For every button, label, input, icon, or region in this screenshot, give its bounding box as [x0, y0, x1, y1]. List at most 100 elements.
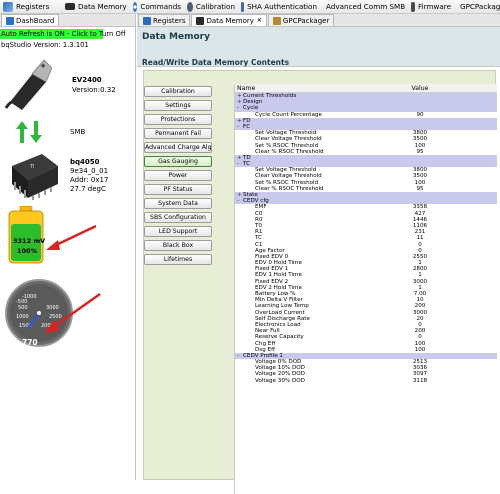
toolbar-gpcpackager[interactable]: GPCPackager — [454, 0, 500, 14]
toolbar-registers-label: Registers — [16, 2, 50, 11]
usb-plug-icon — [4, 59, 52, 110]
dashboard-tab-icon — [6, 16, 14, 25]
chip-graphic: TI — [12, 154, 58, 200]
row-name-text: Learning Low Temp — [255, 303, 309, 310]
toolbar-calibration[interactable]: Calibration — [184, 0, 238, 14]
class-button-pf-status[interactable]: PF Status — [144, 184, 212, 195]
toolbar-data-memory[interactable]: Data Memory — [62, 0, 130, 14]
row-name-text: Fixed EDV 0 — [255, 253, 289, 260]
toolbar-calibration-label: Calibration — [195, 2, 235, 11]
row-name-text: FD — [243, 117, 251, 124]
data-memory-panel: Registers Data Memory ✕ GPCPackager Data… — [137, 14, 500, 494]
row-name-text: Voltage 30% DOD — [255, 377, 305, 384]
row-name-text: Fixed EDV 1 — [255, 266, 289, 273]
row-name-text: Electronics Load — [255, 321, 301, 328]
toolbar-commands-label: Commands — [140, 2, 181, 11]
section-subtitle: Read/Write Data Memory Contents — [142, 58, 290, 67]
class-button-system-data[interactable]: System Data — [144, 198, 212, 209]
class-button-led-support[interactable]: LED Support — [144, 226, 212, 237]
row-name-text: Clear % RSOC Threshold — [255, 148, 324, 155]
class-button-advanced-charge-algorithm[interactable]: Advanced Charge Algorithm — [144, 142, 212, 153]
tab-dashboard-label: DashBoard — [16, 16, 55, 25]
grid-header-row: Name Value — [235, 84, 497, 93]
row-name-text: Set % RSOC Threshold — [255, 179, 319, 186]
dashboard-tabstrip: DashBoard — [0, 14, 135, 27]
chip-temperature: 27.7 degC — [70, 185, 106, 193]
tab-data-memory-label: Data Memory — [206, 16, 254, 25]
row-value[interactable]: 3118 — [385, 378, 455, 384]
table-row[interactable]: Voltage 30% DOD 3118 — [235, 378, 497, 384]
class-button-power[interactable]: Power — [144, 170, 212, 181]
battery-red-arrow — [46, 224, 96, 250]
document-tabstrip: Registers Data Memory ✕ GPCPackager — [137, 14, 500, 27]
row-name-text: Fixed EDV 2 — [255, 278, 289, 285]
registers-tab-icon — [143, 16, 151, 25]
row-name-text: C1 — [255, 241, 263, 248]
row-name-text: Chg Eff — [255, 340, 276, 347]
row-name-text: Set Voltage Threshold — [255, 167, 317, 174]
row-name-text: Dsg Eff — [255, 346, 275, 353]
toolbar-advanced-comm[interactable]: Advanced Comm SMB — [320, 0, 408, 14]
tab-dashboard[interactable]: DashBoard — [1, 14, 60, 26]
row-name-text: C0 — [255, 210, 263, 217]
class-button-black-box[interactable]: Black Box — [144, 240, 212, 251]
main-toolbar: Registers Data Memory Commands Calibrati… — [0, 0, 500, 14]
row-name-text: EMF — [255, 204, 267, 211]
row-name-text: R0 — [255, 216, 263, 223]
row-name-text: EDV 0 Hold Time — [255, 260, 302, 267]
toolbar-firmware[interactable]: Firmware — [408, 0, 454, 14]
chip-name: bq4050 — [70, 158, 100, 166]
chip-firmware-id: 9e34_0_01 — [70, 167, 109, 175]
row-name-text: Self Discharge Rate — [255, 315, 310, 322]
row-name-text: Voltage 10% DOD — [255, 365, 305, 372]
row-name-text: TC — [243, 161, 250, 168]
row-name-text: Clear Voltage Threshold — [255, 173, 322, 180]
registers-icon — [3, 1, 13, 12]
tab-gpcpackager-label: GPCPackager — [282, 16, 330, 25]
class-button-permanent-fail[interactable]: Permanent Fail — [144, 128, 212, 139]
close-icon[interactable]: ✕ — [257, 17, 262, 24]
gauge-value: 770 — [22, 338, 38, 347]
battery-voltage: 3312 mV — [13, 237, 46, 245]
grid-rows: +Current Thresholds +Design - Cycle Cycle Co… — [235, 93, 497, 384]
row-name-text: Voltage 0% DOD — [255, 359, 302, 366]
row-name-text: Set Voltage Threshold — [255, 130, 317, 137]
row-name-text: OverLoad Current — [255, 309, 305, 316]
row-name-text: CEDV cfg — [243, 198, 269, 205]
auto-refresh-toggle[interactable]: Auto Refresh is ON - Click to Turn Off — [0, 29, 126, 39]
toolbar-advanced-comm-label: Advanced Comm SMB — [326, 2, 406, 11]
row-name-text: Age Factor — [255, 247, 285, 254]
battery-graphic — [8, 206, 44, 264]
ev-device-name: EV2400 — [72, 76, 102, 84]
toolbar-sha-auth[interactable]: SHA Authentication — [238, 0, 320, 14]
tab-gpcpackager[interactable]: GPCPackager — [267, 14, 335, 26]
calibration-icon — [187, 1, 193, 12]
class-button-protections[interactable]: Protections — [144, 114, 212, 125]
key-icon — [241, 1, 245, 12]
toolbar-registers[interactable]: Registers — [0, 0, 62, 14]
row-name-text: FC — [243, 123, 251, 130]
class-button-calibration[interactable]: Calibration — [144, 86, 212, 97]
toolbar-sha-auth-label: SHA Authentication — [247, 2, 317, 11]
row-name-text: Near Full — [255, 328, 280, 335]
row-name-text: Current Thresholds — [243, 93, 297, 99]
class-button-sbs-configuration[interactable]: SBS Configuration — [144, 212, 212, 223]
toolbar-commands[interactable]: Commands — [130, 0, 184, 14]
page-title: Data Memory — [142, 32, 210, 42]
tab-data-memory[interactable]: Data Memory ✕ — [191, 14, 267, 26]
class-button-lifetimes[interactable]: Lifetimes — [144, 254, 212, 265]
tab-registers[interactable]: Registers — [138, 14, 191, 26]
gauge-tick-1000: 1000 — [16, 314, 29, 320]
row-name-text: Design — [243, 99, 263, 106]
class-button-gas-gauging[interactable]: Gas Gauging — [144, 156, 212, 167]
row-name-text: EDV 2 Hold Time — [255, 284, 302, 291]
data-grid: Name Value +Current Thresholds +Design - Cy… — [234, 84, 497, 494]
toolbar-data-memory-label: Data Memory — [78, 2, 127, 11]
smb-arrows-icon — [16, 121, 42, 143]
gauge-tick-neg500: -500 — [16, 299, 27, 305]
row-name-text: T0 — [255, 222, 262, 229]
smb-label: SMB — [70, 128, 86, 136]
row-name-text: Battery Low % — [255, 291, 296, 297]
row-name-text: CEDV Profile 1 — [243, 352, 283, 359]
class-button-settings[interactable]: Settings — [144, 100, 212, 111]
